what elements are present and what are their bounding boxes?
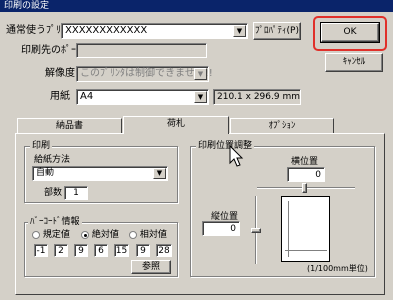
print-group-title: 印刷 <box>30 141 53 151</box>
barcode-value-7-text: 28 <box>158 246 170 256</box>
browse-button-label: 参照 <box>141 262 160 272</box>
tab-tag[interactable]: 荷札 <box>123 116 229 134</box>
copies-input[interactable]: 1 <box>64 186 88 200</box>
radio-absolute-label: 絶対値 <box>91 230 119 240</box>
tab-delivery-note[interactable]: 納品書 <box>17 118 122 134</box>
resolution-value: このﾌﾟﾘﾝﾀは制御できません!! <box>80 68 213 79</box>
feed-method-value: 自動 <box>36 168 55 178</box>
barcode-value-6[interactable]: 9 <box>136 244 150 257</box>
port-field <box>76 43 207 58</box>
barcode-value-5-text: 15 <box>115 246 128 256</box>
tab-delivery-note-label: 納品書 <box>55 121 83 131</box>
horizontal-position-input[interactable]: 0 <box>287 167 325 182</box>
radio-absolute[interactable]: 絶対値 <box>81 228 119 242</box>
radio-default-label: 規定値 <box>42 230 70 240</box>
paper-label: 用紙 <box>50 91 70 102</box>
radio-default[interactable]: 規定値 <box>32 228 70 242</box>
vertical-slider-thumb[interactable] <box>251 228 261 233</box>
paper-select[interactable]: A4 ▼ <box>76 89 209 105</box>
cancel-button-label: ｷｬﾝｾﾙ <box>342 57 366 67</box>
preview-margin-horizontal <box>285 250 327 251</box>
barcode-group-title: ﾊﾞｰｺｰﾄﾞ情報 <box>28 217 82 227</box>
tab-options[interactable]: ｵﾌﾟｼｮﾝ <box>230 118 334 134</box>
chevron-down-icon[interactable]: ▼ <box>153 168 166 179</box>
copies-value: 1 <box>73 188 79 198</box>
cancel-button[interactable]: ｷｬﾝｾﾙ <box>325 53 383 72</box>
barcode-value-7[interactable]: 28 <box>156 244 172 257</box>
mouse-cursor-icon <box>229 144 245 169</box>
paper-size-field: 210.1 x 296.9 mm <box>213 89 301 105</box>
port-label: 印刷先のﾎﾟｰﾄ <box>21 45 81 56</box>
barcode-value-4-text: 6 <box>98 246 104 256</box>
vertical-position-input[interactable]: 0 <box>202 221 240 236</box>
horizontal-position-value: 0 <box>315 170 321 180</box>
resolution-select: このﾌﾟﾘﾝﾀは制御できません!! ▼ <box>76 66 213 82</box>
radio-default-indicator[interactable] <box>32 230 40 239</box>
barcode-value-1[interactable]: -1 <box>34 244 48 257</box>
radio-relative[interactable]: 相対値 <box>129 228 167 242</box>
normal-printer-value: XXXXXXXXXXXX <box>65 25 148 36</box>
feed-method-label: 給紙方法 <box>34 155 71 165</box>
horizontal-slider-thumb[interactable] <box>302 183 307 193</box>
chevron-down-icon[interactable]: ▼ <box>194 91 207 103</box>
paper-preview <box>281 196 330 262</box>
ok-button-label: OK <box>343 27 357 37</box>
browse-button[interactable]: 参照 <box>131 260 171 274</box>
resolution-label: 解像度 <box>45 68 75 79</box>
preview-margin-vertical <box>288 201 289 257</box>
barcode-value-5[interactable]: 15 <box>114 244 129 257</box>
radio-relative-label: 相対値 <box>139 230 167 240</box>
barcode-value-1-text: -1 <box>36 246 46 256</box>
title-bar: 印刷の設定 <box>0 0 393 12</box>
barcode-value-2-text: 2 <box>58 246 64 256</box>
properties-button-label: ﾌﾟﾛﾊﾟﾃｨ(P) <box>255 26 299 36</box>
tab-options-label: ｵﾌﾟｼｮﾝ <box>268 121 296 131</box>
window-title: 印刷の設定 <box>4 1 50 11</box>
normal-printer-select[interactable]: XXXXXXXXXXXX ▼ <box>61 23 248 39</box>
position-group-title: 印刷位置調整 <box>196 141 255 151</box>
radio-relative-indicator[interactable] <box>129 230 137 239</box>
ok-button[interactable]: OK <box>320 22 380 43</box>
copies-label: 部数 <box>44 188 63 198</box>
barcode-value-4[interactable]: 6 <box>94 244 108 257</box>
feed-method-select[interactable]: 自動 ▼ <box>32 166 168 181</box>
paper-value: A4 <box>80 91 94 102</box>
properties-button[interactable]: ﾌﾟﾛﾊﾟﾃｨ(P) <box>253 22 301 40</box>
barcode-value-3[interactable]: 9 <box>74 244 88 257</box>
barcode-value-6-text: 9 <box>140 246 146 256</box>
chevron-down-icon[interactable]: ▼ <box>233 25 246 37</box>
unit-label: (1/100mm単位) <box>307 264 368 273</box>
tab-tag-label: 荷札 <box>166 119 185 129</box>
barcode-value-2[interactable]: 2 <box>54 244 68 257</box>
paper-size-value: 210.1 x 296.9 mm <box>217 92 300 102</box>
vertical-position-value: 0 <box>230 224 236 234</box>
barcode-value-3-text: 9 <box>78 246 84 256</box>
chevron-down-icon: ▼ <box>194 68 207 80</box>
radio-absolute-indicator[interactable] <box>81 230 89 239</box>
